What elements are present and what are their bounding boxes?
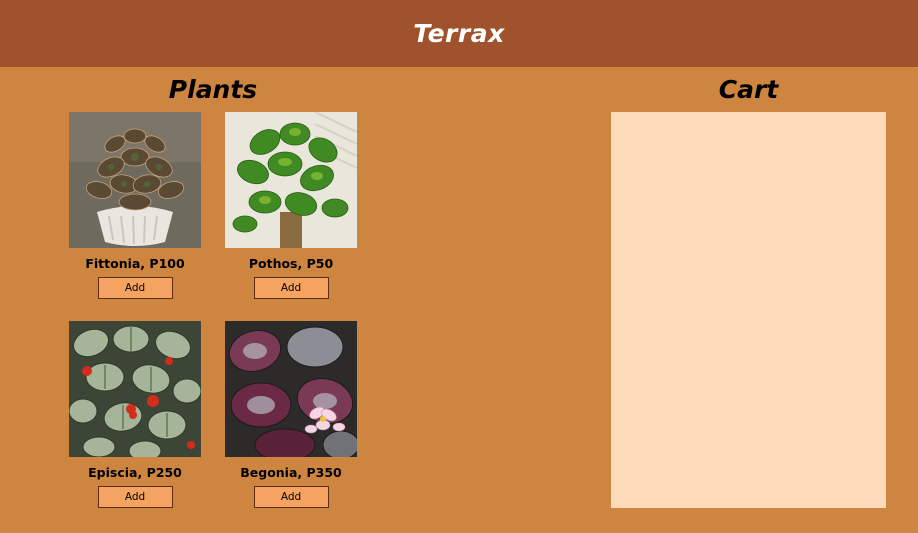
plant-card-episcia: Episcia, P250 Add [69, 321, 201, 508]
plant-card-begonia: Begonia, P350 Add [225, 321, 357, 508]
pothos-image [225, 112, 357, 248]
plant-name-label: Begonia, P350 [240, 465, 342, 480]
cart-heading: Cart [718, 75, 779, 104]
cart-panel [611, 112, 886, 508]
plant-card-fittonia: Fittonia, P100 Add [69, 112, 201, 299]
plant-name-label: Fittonia, P100 [85, 256, 185, 271]
fittonia-image [69, 112, 201, 248]
begonia-image [225, 321, 357, 457]
add-episcia-button[interactable]: Add [97, 486, 173, 508]
plant-card-pothos: Pothos, P50 Add [225, 112, 357, 299]
plants-heading: Plants [168, 75, 258, 104]
plant-name-label: Pothos, P50 [248, 256, 334, 271]
app-header: Terrax [0, 0, 918, 67]
add-fittonia-button[interactable]: Add [97, 277, 173, 299]
app-title: Terrax [413, 19, 505, 48]
add-pothos-button[interactable]: Add [253, 277, 329, 299]
plant-name-label: Episcia, P250 [88, 465, 182, 480]
episcia-image [69, 321, 201, 457]
add-begonia-button[interactable]: Add [253, 486, 329, 508]
